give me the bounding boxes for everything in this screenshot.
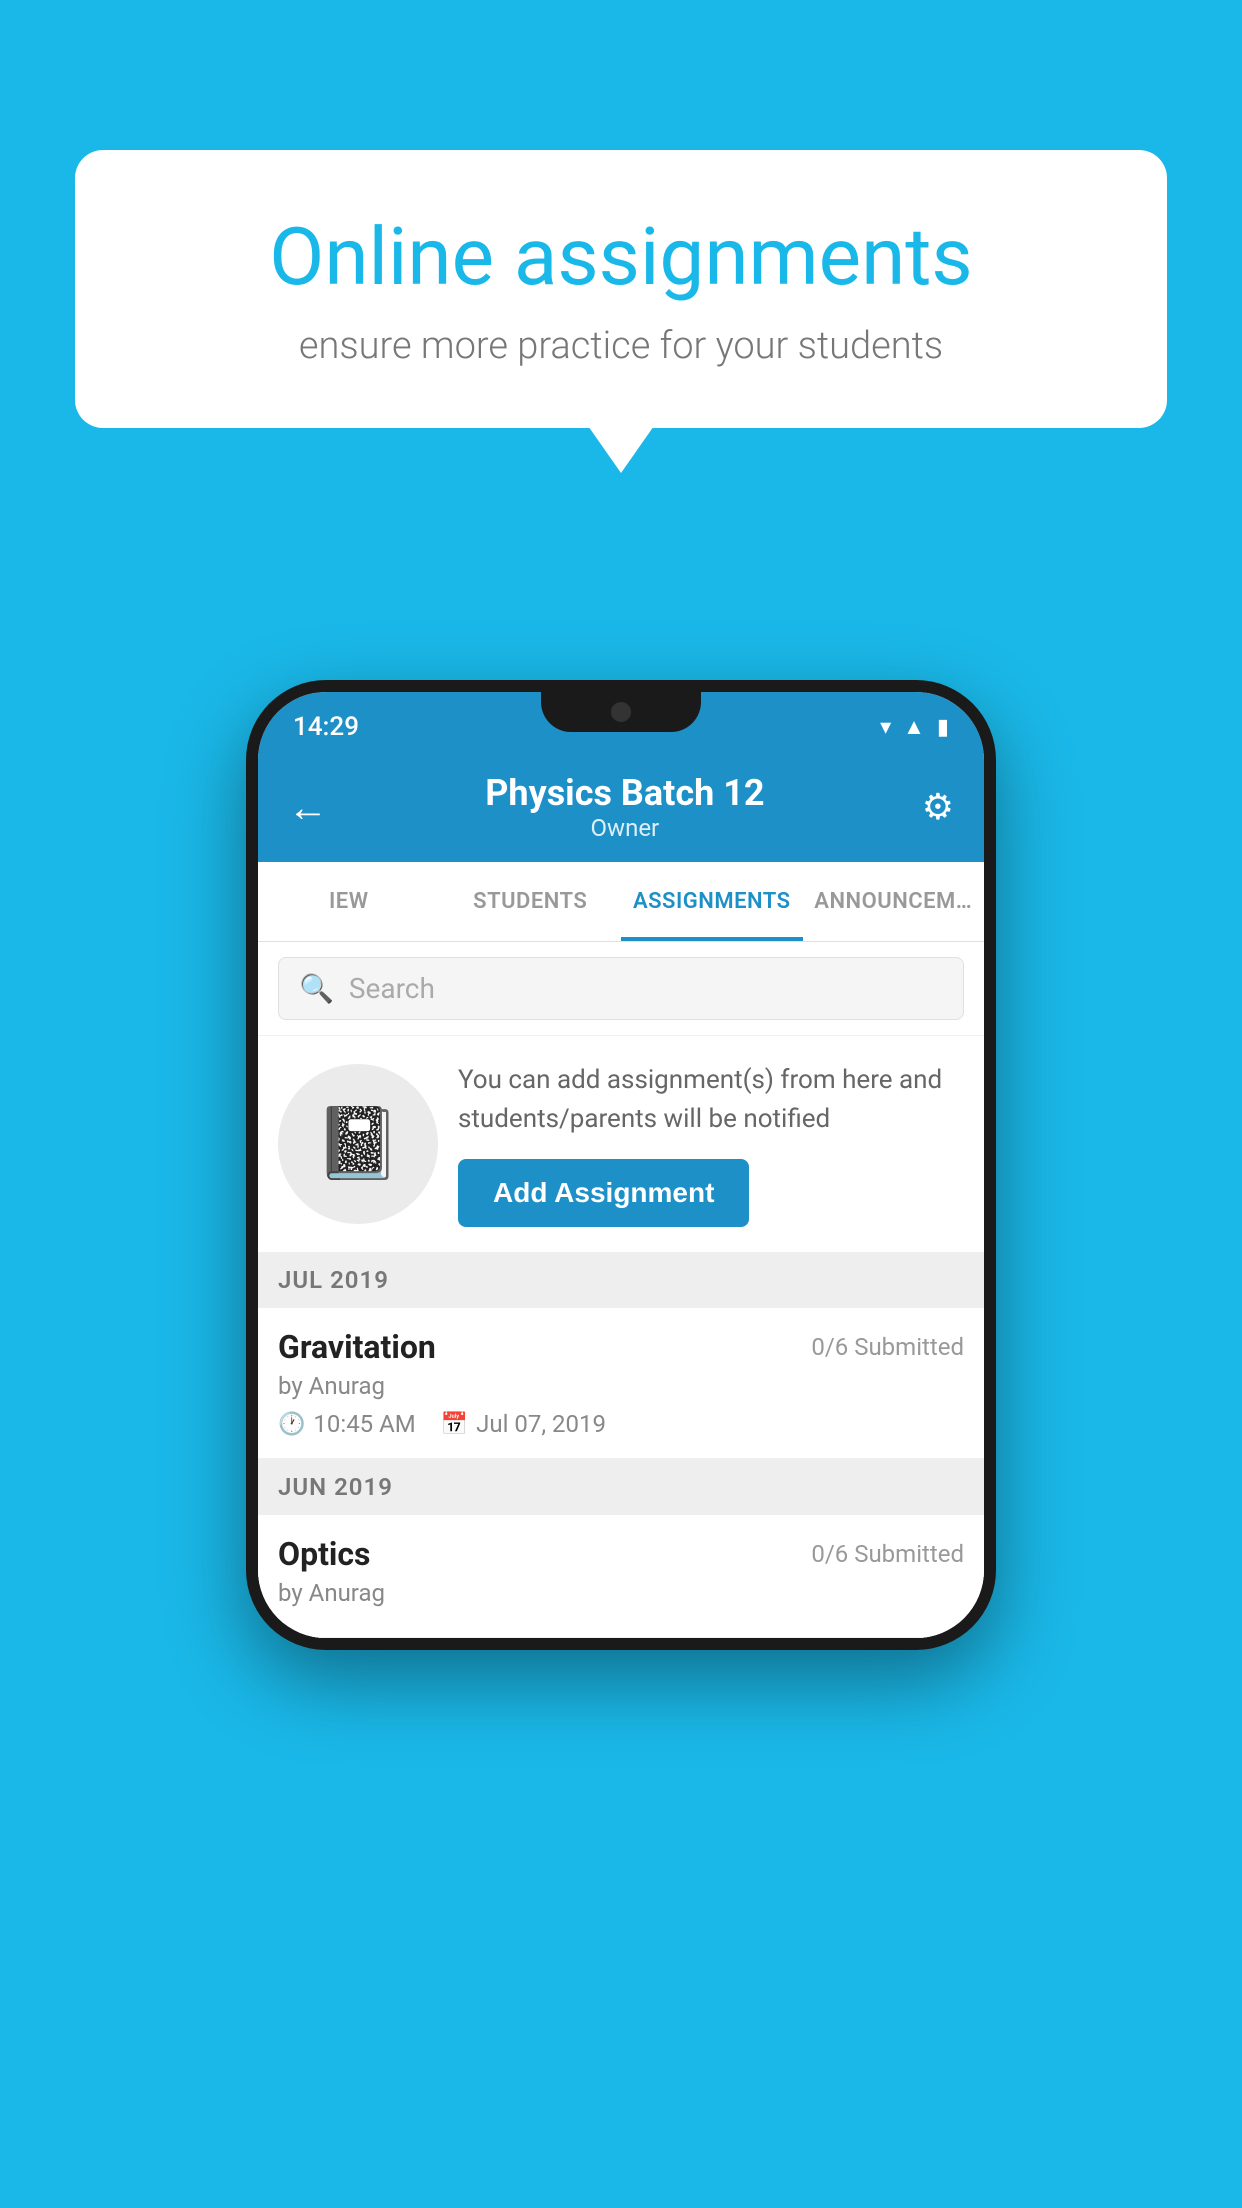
app-bar-subtitle: Owner	[328, 814, 922, 842]
promo-text-side: You can add assignment(s) from here and …	[458, 1061, 964, 1227]
tab-iew[interactable]: IEW	[258, 862, 440, 941]
speech-bubble-title: Online assignments	[145, 210, 1097, 304]
meta-date-gravitation: 📅 Jul 07, 2019	[441, 1410, 606, 1438]
assignment-row1-optics: Optics 0/6 Submitted	[278, 1535, 964, 1573]
promo-block: 📓 You can add assignment(s) from here an…	[258, 1035, 984, 1252]
speech-bubble: Online assignments ensure more practice …	[75, 150, 1167, 428]
phone-notch	[541, 692, 701, 732]
search-bar: 🔍 Search	[258, 942, 984, 1035]
add-assignment-button[interactable]: Add Assignment	[458, 1159, 749, 1227]
assignment-date-gravitation: Jul 07, 2019	[476, 1410, 606, 1438]
tab-assignments[interactable]: ASSIGNMENTS	[621, 862, 803, 941]
battery-icon: ▮	[937, 715, 949, 740]
phone-screen: 14:29 ▾ ▲ ▮ ← Physics Batch 12 Owner ⚙ I…	[258, 692, 984, 1638]
section-header-jul: JUL 2019	[258, 1252, 984, 1308]
assignment-row1: Gravitation 0/6 Submitted	[278, 1328, 964, 1366]
assignment-item-optics[interactable]: Optics 0/6 Submitted by Anurag	[258, 1515, 984, 1638]
tabs-bar: IEW STUDENTS ASSIGNMENTS ANNOUNCEM…	[258, 862, 984, 942]
app-bar: ← Physics Batch 12 Owner ⚙	[258, 752, 984, 862]
phone-camera	[611, 702, 631, 722]
speech-bubble-container: Online assignments ensure more practice …	[75, 150, 1167, 428]
assignment-author-gravitation: by Anurag	[278, 1372, 964, 1400]
content-area: 🔍 Search 📓 You can add assignment(s) fro…	[258, 942, 984, 1638]
search-input-container[interactable]: 🔍 Search	[278, 957, 964, 1020]
tab-students[interactable]: STUDENTS	[440, 862, 622, 941]
wifi-icon: ▾	[880, 715, 891, 740]
signal-icon: ▲	[903, 714, 925, 740]
speech-bubble-subtitle: ensure more practice for your students	[145, 324, 1097, 368]
meta-time-gravitation: 🕐 10:45 AM	[278, 1410, 416, 1438]
assignment-meta-gravitation: 🕐 10:45 AM 📅 Jul 07, 2019	[278, 1410, 964, 1438]
back-button[interactable]: ←	[288, 784, 328, 831]
app-bar-center: Physics Batch 12 Owner	[328, 772, 922, 842]
phone-mockup: 14:29 ▾ ▲ ▮ ← Physics Batch 12 Owner ⚙ I…	[246, 680, 996, 1650]
tab-announcements[interactable]: ANNOUNCEM…	[803, 862, 985, 941]
assignment-author-optics: by Anurag	[278, 1579, 964, 1607]
settings-button[interactable]: ⚙	[922, 786, 954, 828]
assignment-title-gravitation: Gravitation	[278, 1328, 436, 1366]
section-header-jun: JUN 2019	[258, 1459, 984, 1515]
status-icons: ▾ ▲ ▮	[880, 714, 949, 740]
promo-icon-circle: 📓	[278, 1064, 438, 1224]
assignment-time-gravitation: 10:45 AM	[313, 1410, 415, 1438]
assignment-item-gravitation[interactable]: Gravitation 0/6 Submitted by Anurag 🕐 10…	[258, 1308, 984, 1459]
promo-description: You can add assignment(s) from here and …	[458, 1061, 964, 1139]
app-bar-title: Physics Batch 12	[328, 772, 922, 814]
calendar-icon: 📅	[441, 1412, 468, 1437]
status-time: 14:29	[293, 712, 359, 742]
assignment-title-optics: Optics	[278, 1535, 370, 1573]
clock-icon: 🕐	[278, 1412, 305, 1437]
notebook-icon: 📓	[314, 1103, 401, 1185]
search-icon: 🔍	[299, 972, 334, 1005]
assignment-submitted-optics: 0/6 Submitted	[811, 1540, 964, 1568]
assignment-submitted-gravitation: 0/6 Submitted	[811, 1333, 964, 1361]
search-placeholder-text: Search	[349, 972, 435, 1005]
phone-outer: 14:29 ▾ ▲ ▮ ← Physics Batch 12 Owner ⚙ I…	[246, 680, 996, 1650]
